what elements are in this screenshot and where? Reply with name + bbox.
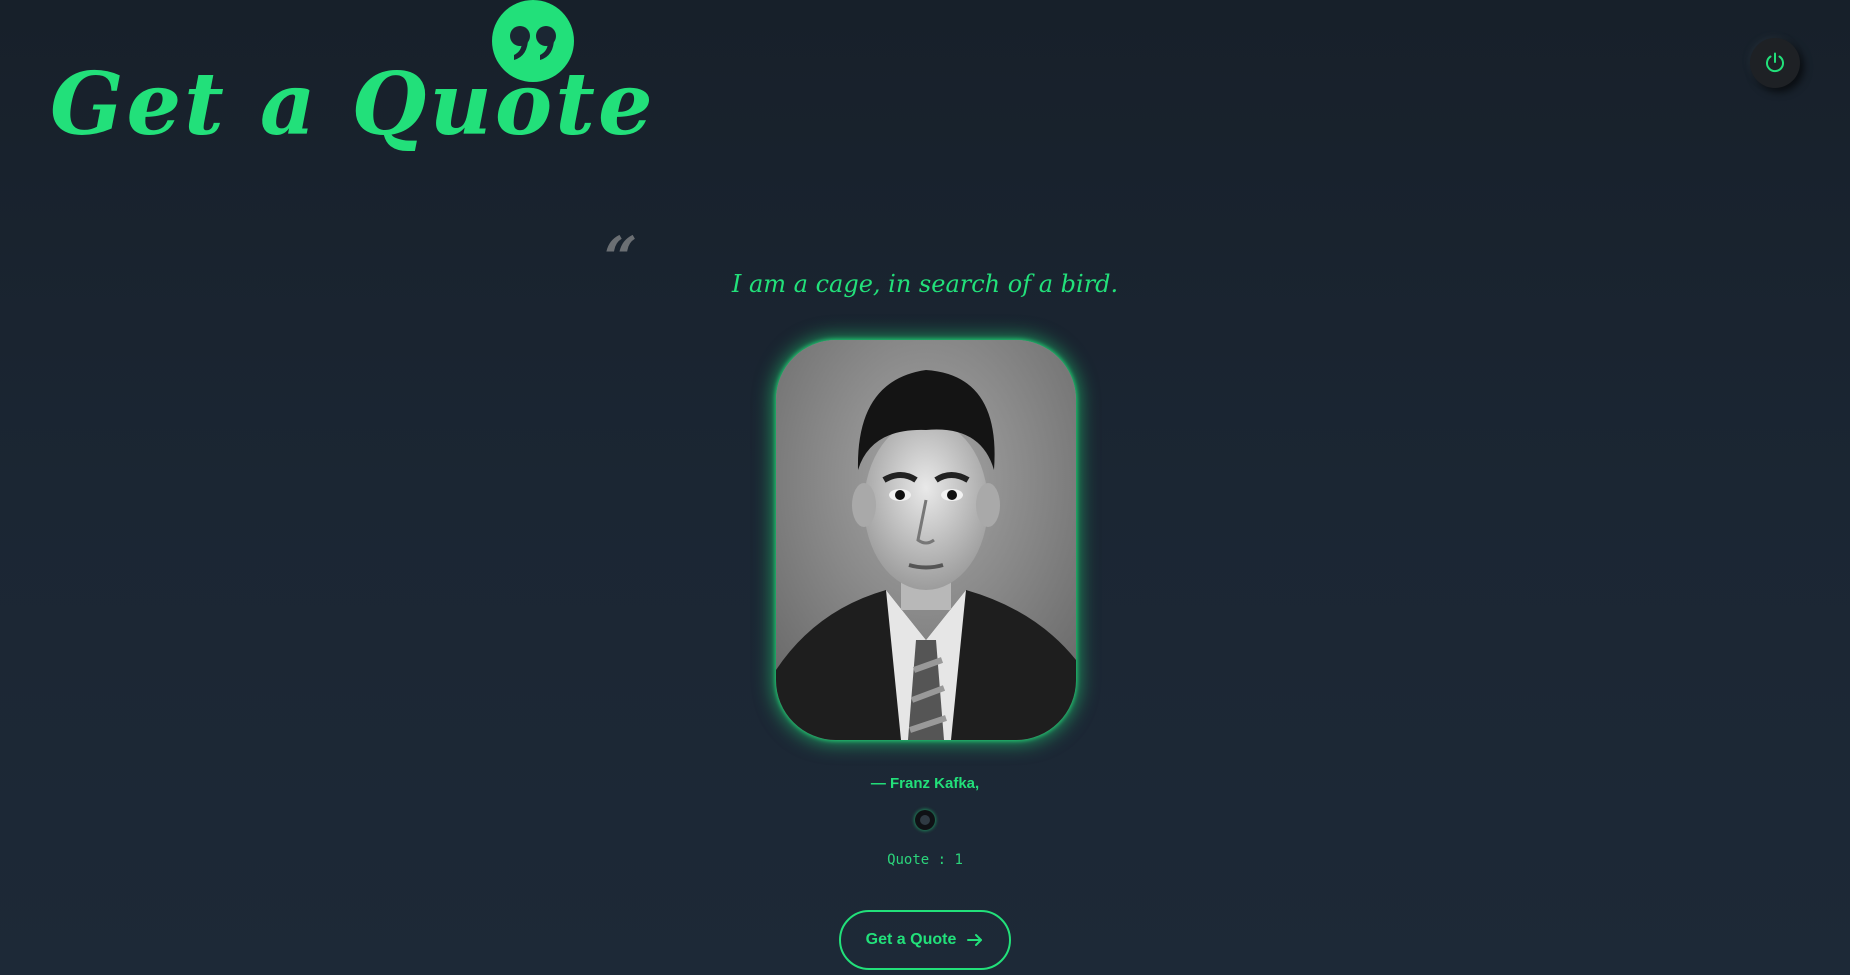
quote-badge [492,0,574,82]
quote-counter: Quote : 1 [887,852,963,868]
author-info-dot[interactable] [915,810,935,830]
author-portrait [776,340,1076,740]
logo: Get a Quote [50,0,653,170]
power-button[interactable] [1750,38,1800,88]
quote-author: — Franz Kafka, [870,775,980,792]
portrait-image [776,340,1076,740]
quote-text: I am a cage, in search of a bird. [731,270,1119,298]
quote-marks-icon [510,26,556,60]
get-quote-button-label: Get a Quote [865,931,957,948]
power-icon [1766,52,1784,73]
arrow-right-icon [967,934,983,946]
get-quote-button[interactable]: Get a Quote [839,910,1011,970]
